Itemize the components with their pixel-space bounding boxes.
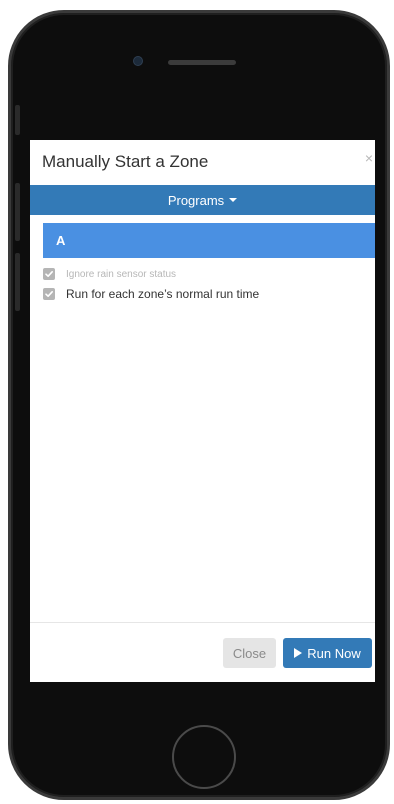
volume-up-button	[15, 183, 20, 241]
normal-run-time-option[interactable]: Run for each zone’s normal run time	[43, 287, 259, 301]
close-button[interactable]: Close	[223, 638, 276, 668]
normal-run-time-label: Run for each zone’s normal run time	[66, 287, 260, 301]
checkmark-icon	[45, 271, 53, 277]
home-button	[172, 725, 236, 789]
earpiece-speaker	[168, 60, 236, 65]
run-now-label: Run Now	[307, 645, 361, 661]
close-icon[interactable]: ×	[365, 150, 373, 166]
ignore-rain-sensor-checkbox[interactable]	[43, 268, 55, 280]
dialog-header: Manually Start a Zone ×	[30, 140, 375, 184]
program-item-label: A	[56, 233, 66, 248]
volume-down-button	[15, 253, 20, 311]
device-screen: Manually Start a Zone × Programs A Ignor…	[30, 140, 375, 682]
programs-dropdown-button[interactable]: Programs	[30, 185, 375, 215]
front-camera	[133, 56, 143, 66]
play-icon	[294, 648, 303, 658]
ignore-rain-sensor-option[interactable]: Ignore rain sensor status	[43, 268, 176, 280]
chevron-down-icon	[229, 198, 238, 202]
mute-switch	[15, 105, 20, 135]
dialog-footer: Close Run Now	[30, 622, 375, 682]
run-now-button[interactable]: Run Now	[283, 638, 372, 668]
ignore-rain-sensor-label: Ignore rain sensor status	[66, 268, 177, 280]
program-item-a[interactable]: A	[43, 223, 375, 258]
normal-run-time-checkbox[interactable]	[43, 288, 55, 300]
dialog-title: Manually Start a Zone	[42, 152, 209, 171]
programs-label: Programs	[167, 192, 225, 208]
checkmark-icon	[45, 291, 53, 297]
